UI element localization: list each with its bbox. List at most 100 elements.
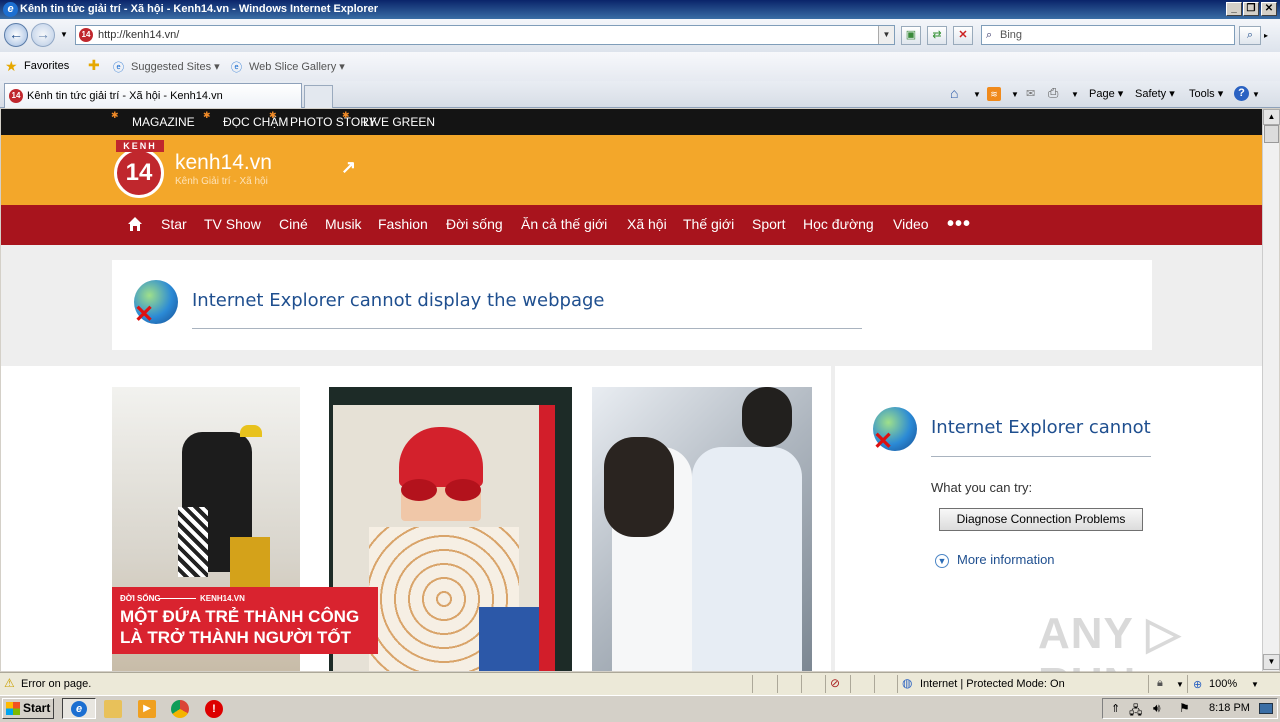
- more-categories-icon[interactable]: •••: [947, 213, 971, 236]
- category-musik[interactable]: Musik: [325, 216, 362, 232]
- more-information-link[interactable]: ▼ More information: [935, 552, 1055, 568]
- zoom-dropdown-icon[interactable]: ▼: [1251, 680, 1259, 689]
- add-favorites-icon[interactable]: ✚: [88, 57, 100, 74]
- forward-button[interactable]: →: [31, 23, 55, 47]
- action-center-flag-icon[interactable]: ⚑: [1179, 701, 1190, 715]
- back-button[interactable]: ←: [4, 23, 28, 47]
- home-icon[interactable]: [127, 216, 143, 232]
- topnav-magazine[interactable]: MAGAZINE: [132, 115, 195, 129]
- minimize-button[interactable]: _: [1226, 2, 1242, 16]
- ie-page-icon: ⓔ: [113, 62, 124, 74]
- status-text[interactable]: Error on page.: [21, 678, 91, 690]
- home-dropdown-icon[interactable]: ▼: [973, 90, 981, 99]
- red-x-icon: ✕: [134, 301, 155, 328]
- compatibility-view-icon[interactable]: ▣: [901, 26, 921, 45]
- divider: [931, 456, 1151, 457]
- category-the-gioi[interactable]: Thế giới: [683, 216, 734, 232]
- category-hoc-duong[interactable]: Học đường: [803, 216, 874, 232]
- search-placeholder: Bing: [1000, 29, 1023, 41]
- diagnose-connection-button[interactable]: Diagnose Connection Problems: [939, 508, 1143, 531]
- tab-kenh14[interactable]: 14 Kênh tin tức giải trí - Xã hội - Kenh…: [4, 83, 302, 108]
- zone-text[interactable]: Internet | Protected Mode: On: [920, 678, 1065, 690]
- ie-icon: e: [71, 701, 87, 717]
- ie-logo-icon: e: [3, 2, 18, 17]
- explorer-folder-icon[interactable]: [104, 700, 122, 718]
- category-star[interactable]: Star: [161, 216, 187, 232]
- refresh-icon[interactable]: ⇄: [927, 26, 947, 45]
- star-icon: ✱: [342, 110, 350, 120]
- media-player-icon[interactable]: ▶: [138, 700, 156, 718]
- maximize-button[interactable]: ❐: [1243, 2, 1259, 16]
- new-tab-button[interactable]: [304, 85, 333, 108]
- stop-app-icon[interactable]: !: [205, 700, 223, 718]
- address-bar[interactable]: 14 http://kenh14.vn/ ▼: [75, 25, 895, 45]
- chrome-icon[interactable]: [171, 700, 189, 718]
- category-tv-show[interactable]: TV Show: [204, 216, 261, 232]
- scroll-up-button[interactable]: ▲: [1263, 109, 1280, 125]
- close-window-button[interactable]: ✕: [1261, 2, 1277, 16]
- mail-icon[interactable]: ✉: [1026, 87, 1035, 100]
- window-title-bar: e Kênh tin tức giải trí - Xã hội - Kenh1…: [0, 0, 1280, 19]
- category-doi-song[interactable]: Đời sống: [446, 216, 503, 232]
- divider: [1187, 675, 1188, 693]
- divider: [874, 675, 875, 693]
- print-dropdown-icon[interactable]: ▼: [1071, 90, 1079, 99]
- divider: [897, 675, 898, 693]
- search-input[interactable]: ⌕ Bing: [981, 25, 1235, 45]
- suggested-sites-link[interactable]: Suggested Sites ▾: [131, 60, 220, 73]
- sunglasses-shape: [401, 479, 437, 501]
- clock[interactable]: 8:18 PM: [1209, 702, 1250, 714]
- safety-menu[interactable]: Safety ▾: [1135, 87, 1175, 100]
- warning-icon[interactable]: ⚠: [4, 676, 15, 690]
- status-bar: ⚠ Error on page. ⊘ ◍ Internet | Protecte…: [0, 672, 1280, 695]
- scroll-thumb[interactable]: [1264, 125, 1279, 143]
- recent-pages-dropdown-icon[interactable]: ▼: [60, 30, 68, 39]
- article-caption[interactable]: ĐỜI SỐNG KENH14.VN MỘT ĐỨA TRẺ THÀNH CÔN…: [112, 587, 378, 654]
- favorites-star-icon: ★: [5, 58, 18, 74]
- address-text: http://kenh14.vn/: [98, 29, 180, 41]
- topnav-doc-cham[interactable]: ĐỌC CHẬM: [223, 115, 288, 129]
- address-dropdown-icon[interactable]: ▼: [878, 26, 894, 44]
- category-cine[interactable]: Ciné: [279, 216, 308, 232]
- zoom-level[interactable]: 100%: [1209, 678, 1237, 690]
- tray-expand-icon[interactable]: ⇑: [1111, 702, 1120, 715]
- featured-image-3[interactable]: [592, 387, 812, 671]
- sunglasses-shape: [445, 479, 481, 501]
- rss-feed-icon[interactable]: ≋: [987, 87, 1001, 101]
- category-video[interactable]: Video: [893, 216, 929, 232]
- volume-icon[interactable]: 🔊︎: [1153, 701, 1161, 716]
- stop-icon[interactable]: ✕: [953, 26, 973, 45]
- hair-shape: [604, 437, 674, 537]
- print-icon[interactable]: ⎙: [1048, 85, 1058, 101]
- help-icon[interactable]: ?: [1234, 86, 1249, 101]
- help-dropdown-icon[interactable]: ▼: [1252, 90, 1260, 99]
- tools-menu[interactable]: Tools ▾: [1189, 87, 1223, 100]
- protected-dropdown-icon[interactable]: ▼: [1176, 680, 1184, 689]
- trending-icon[interactable]: ↗: [341, 157, 356, 178]
- category-xa-hoi[interactable]: Xã hội: [627, 216, 667, 232]
- search-button[interactable]: ⌕: [1239, 26, 1261, 45]
- internet-zone-icon: ◍: [902, 676, 913, 690]
- logo-kenh-label: KENH: [116, 140, 164, 152]
- category-an-ca-the-gioi[interactable]: Ăn cả thế giới: [521, 216, 607, 232]
- search-options-icon[interactable]: ▸: [1264, 31, 1268, 40]
- start-label: Start: [23, 701, 51, 715]
- protected-mode-icon[interactable]: 🔒︎: [1157, 677, 1163, 690]
- category-sport[interactable]: Sport: [752, 216, 785, 232]
- kenh14-logo[interactable]: 14 KENH: [114, 140, 166, 198]
- start-button[interactable]: Start: [2, 698, 54, 719]
- network-icon[interactable]: 🖧︎: [1129, 701, 1142, 722]
- home-icon[interactable]: ⌂: [950, 85, 958, 101]
- taskbar-ie-button[interactable]: e: [62, 698, 96, 719]
- zoom-icon[interactable]: ⊕: [1193, 678, 1202, 691]
- category-fashion[interactable]: Fashion: [378, 216, 428, 232]
- favorites-button[interactable]: Favorites: [24, 60, 69, 72]
- category-nav: Star TV Show Ciné Musik Fashion Đời sống…: [1, 205, 1262, 245]
- page-menu[interactable]: Page ▾: [1089, 87, 1123, 100]
- blocked-content-icon[interactable]: ⊘: [830, 676, 840, 690]
- show-desktop-icon[interactable]: [1259, 703, 1273, 714]
- topnav-live-green[interactable]: LIVE GREEN: [363, 115, 435, 129]
- feed-dropdown-icon[interactable]: ▼: [1011, 90, 1019, 99]
- vertical-scrollbar[interactable]: ▲ ▼: [1262, 109, 1280, 671]
- web-slice-gallery-link[interactable]: Web Slice Gallery ▾: [249, 60, 345, 73]
